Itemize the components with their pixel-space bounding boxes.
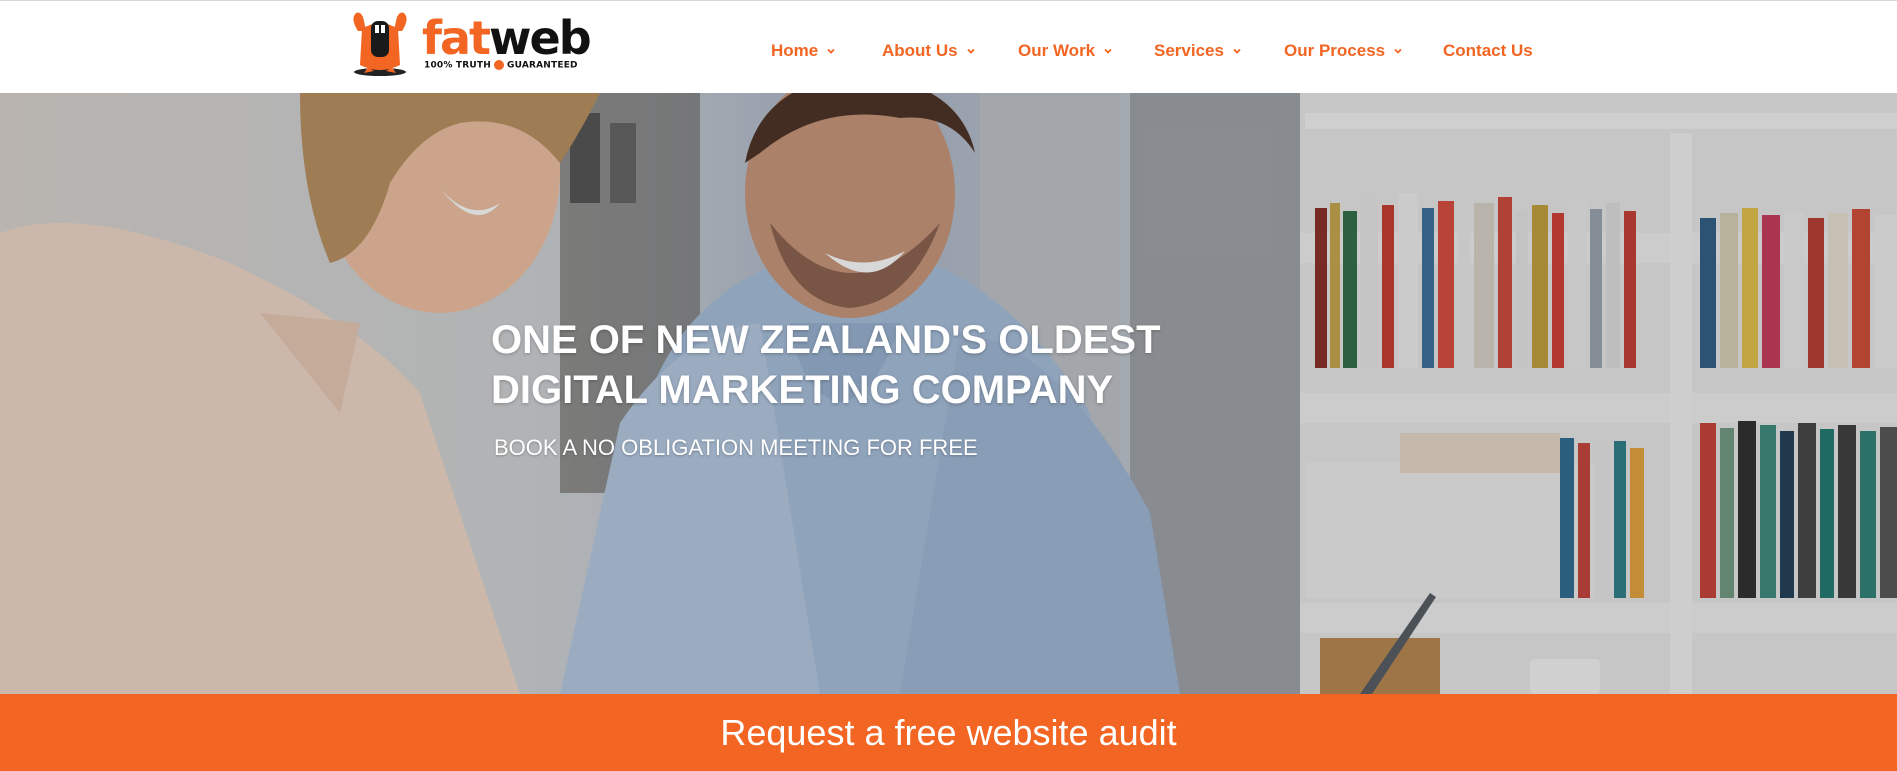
nav-item-contact-us[interactable]: Contact Us xyxy=(1443,40,1533,62)
chevron-down-icon xyxy=(827,48,835,54)
nav-item-label: Our Work xyxy=(1018,41,1096,60)
nav-item-our-work[interactable]: Our Work xyxy=(1018,40,1113,62)
nav-item-about-us[interactable]: About Us xyxy=(882,40,976,62)
nav-item-label: Contact Us xyxy=(1443,41,1533,60)
nav-item-label: Home xyxy=(771,41,819,60)
site-header: fatweb 100% TRUTH GUARANTEED Home About U… xyxy=(0,0,1897,93)
nav-item-label: Services xyxy=(1154,41,1224,60)
chevron-down-icon xyxy=(966,48,975,54)
hero-title-line-1: ONE OF NEW ZEALAND'S OLDEST xyxy=(491,318,1161,362)
free-audit-cta-label: Request a free website audit xyxy=(720,711,1177,753)
nav-item-services[interactable]: Services xyxy=(1154,40,1242,62)
chevron-down-icon xyxy=(1394,48,1402,54)
free-audit-cta-bar[interactable]: Request a free website audit xyxy=(0,694,1897,771)
hero-subtitle: BOOK A NO OBLIGATION MEETING FOR FREE xyxy=(494,435,978,460)
chevron-down-icon xyxy=(1104,48,1112,54)
hero-title: ONE OF NEW ZEALAND'S OLDEST DIGITAL MARK… xyxy=(491,315,1191,415)
nav-item-our-process[interactable]: Our Process xyxy=(1284,40,1403,62)
hero-title-line-2: DIGITAL MARKETING COMPANY xyxy=(491,368,1114,412)
nav-item-label: About Us xyxy=(882,41,958,60)
nav-item-home[interactable]: Home xyxy=(771,40,836,62)
hero-banner: ONE OF NEW ZEALAND'S OLDEST DIGITAL MARK… xyxy=(0,93,1897,694)
main-nav: Home About Us Our Work Services Our Proc… xyxy=(0,1,1897,94)
chevron-down-icon xyxy=(1233,48,1241,54)
nav-item-label: Our Process xyxy=(1284,41,1386,60)
